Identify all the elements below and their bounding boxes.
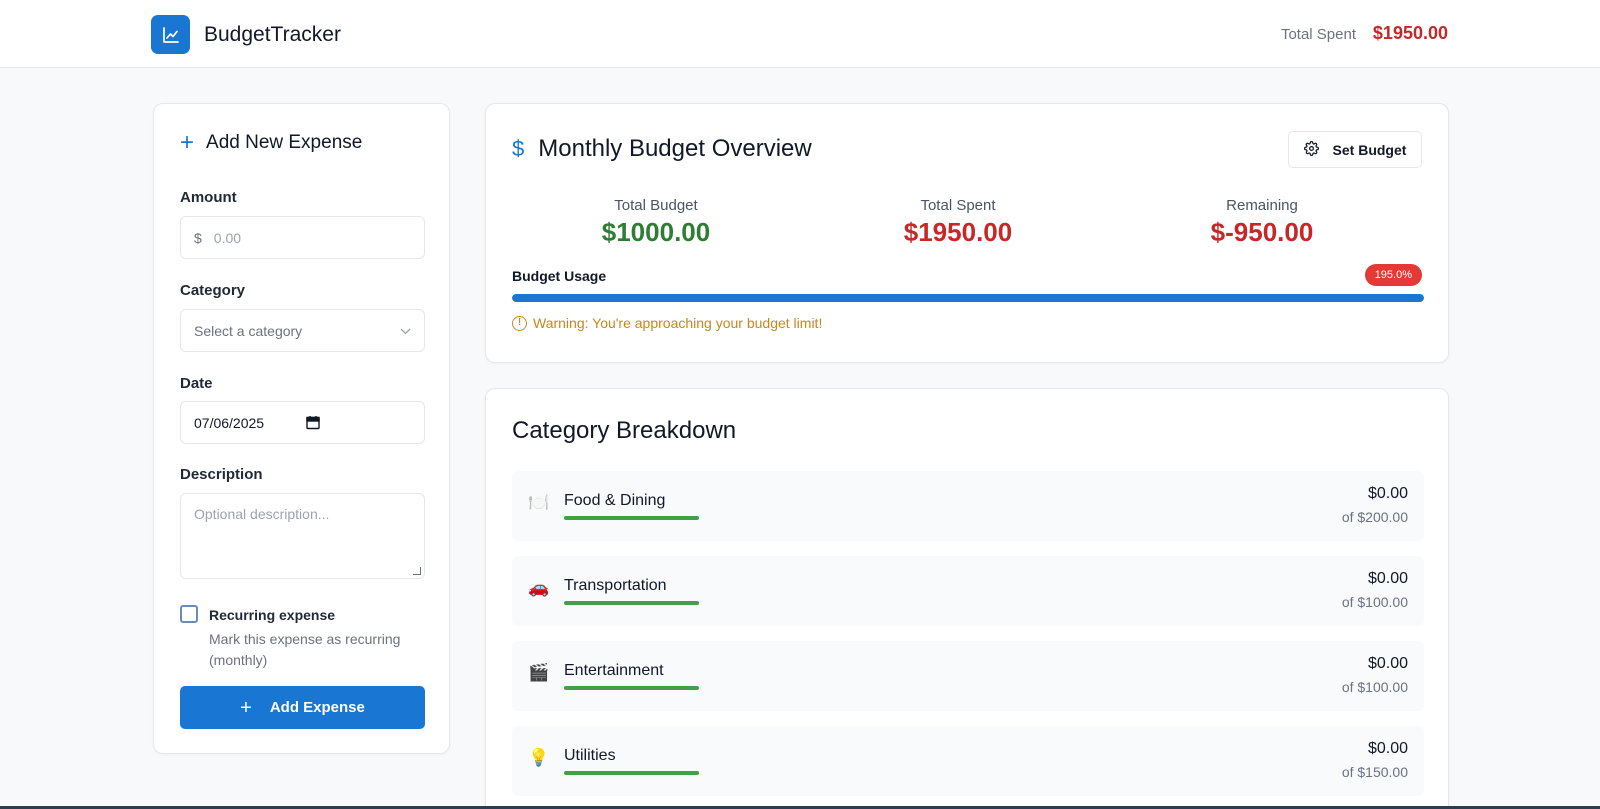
description-field[interactable] (180, 493, 425, 579)
category-amount: $0.00 (1367, 740, 1408, 757)
budget-usage-label: Budget Usage (512, 268, 607, 284)
stat-remaining: Remaining $-950.00 (1112, 197, 1412, 248)
plate-icon: 🍽️ (528, 493, 550, 512)
category-progress-fill (564, 686, 699, 690)
form-title: + Add New Expense (180, 131, 362, 155)
category-select-text: Select a category (194, 322, 303, 339)
resize-handle-icon[interactable] (413, 567, 421, 575)
add-expense-card: + Add New Expense Amount $ Category Sele… (153, 103, 450, 754)
category-name: Entertainment (564, 662, 664, 679)
recurring-label: Recurring expense (209, 607, 336, 623)
category-progress-bar (564, 516, 699, 520)
category-select[interactable]: Select a category (180, 309, 425, 352)
chevron-down-icon (400, 324, 411, 338)
category-progress-bar (564, 601, 699, 605)
header-total-spent-label: Total Spent (1280, 26, 1356, 43)
stat-label: Total Spent (920, 197, 996, 214)
category-limit: of $100.00 (1341, 594, 1408, 610)
warning-text: Warning: You're approaching your budget … (533, 315, 823, 331)
date-label: Date (180, 375, 213, 392)
usage-percent-badge: 195.0% (1364, 264, 1422, 286)
description-textarea[interactable] (194, 506, 411, 566)
stat-value: $1000.00 (601, 217, 711, 247)
budget-overview-card: $ Monthly Budget Overview Set Budget Tot… (485, 103, 1449, 363)
overview-title: $ Monthly Budget Overview (512, 135, 812, 163)
category-row-entertainment: 🎬 Entertainment $0.00 of $100.00 (512, 641, 1424, 711)
breakdown-title: Category Breakdown (512, 417, 737, 444)
overview-title-text: Monthly Budget Overview (538, 135, 812, 162)
add-expense-button[interactable]: + Add Expense (180, 686, 425, 729)
add-expense-label: Add Expense (269, 699, 365, 716)
category-row-food: 🍽️ Food & Dining $0.00 of $200.00 (512, 471, 1424, 541)
date-field[interactable]: 07/06/2025 (180, 401, 425, 444)
category-progress-bar (564, 686, 699, 690)
lightbulb-icon: 💡 (528, 748, 550, 767)
category-limit: of $100.00 (1341, 679, 1408, 695)
category-limit: of $150.00 (1341, 764, 1408, 780)
stat-label: Total Budget (614, 197, 698, 214)
category-amount: $0.00 (1367, 485, 1408, 502)
stat-total-budget: Total Budget $1000.00 (506, 197, 806, 248)
category-amount: $0.00 (1367, 570, 1408, 587)
dollar-prefix: $ (194, 229, 202, 246)
top-bar: BudgetTracker Total Spent $1950.00 (0, 0, 1600, 68)
category-amount: $0.00 (1367, 655, 1408, 672)
category-list: 🍽️ Food & Dining $0.00 of $200.00 🚗 Tran… (512, 471, 1424, 809)
calendar-icon[interactable] (306, 415, 320, 433)
category-progress-fill (564, 516, 699, 520)
category-row-transportation: 🚗 Transportation $0.00 of $100.00 (512, 556, 1424, 626)
category-progress-fill (564, 601, 699, 605)
clapper-icon: 🎬 (528, 663, 550, 682)
date-value: 07/06/2025 (194, 414, 265, 431)
dollar-icon: $ (512, 136, 525, 161)
stat-label: Remaining (1226, 197, 1298, 214)
budget-progress-fill (512, 294, 1424, 302)
gear-icon (1303, 140, 1319, 159)
stat-total-spent: Total Spent $1950.00 (808, 197, 1108, 248)
category-row-utilities: 💡 Utilities $0.00 of $150.00 (512, 726, 1424, 796)
app-title: BudgetTracker (204, 23, 341, 46)
form-title-text: Add New Expense (206, 132, 363, 153)
header-total-spent-value: $1950.00 (1372, 23, 1448, 43)
amount-label: Amount (180, 189, 237, 206)
category-progress-fill (564, 771, 699, 775)
category-breakdown-card: Category Breakdown 🍽️ Food & Dining $0.0… (485, 388, 1449, 809)
stat-value: $-950.00 (1210, 217, 1314, 247)
set-budget-label: Set Budget (1332, 141, 1407, 158)
set-budget-button[interactable]: Set Budget (1288, 131, 1422, 168)
budget-progress-bar (512, 294, 1424, 302)
category-progress-bar (564, 771, 699, 775)
budget-warning: ! Warning: You're approaching your budge… (512, 315, 822, 331)
amount-input[interactable] (213, 229, 411, 246)
alert-circle-icon: ! (512, 315, 527, 331)
category-name: Transportation (564, 577, 667, 594)
amount-field[interactable]: $ (180, 216, 425, 259)
recurring-help-text: Mark this expense as recurring (monthly) (209, 631, 401, 668)
category-name: Food & Dining (564, 492, 666, 509)
car-icon: 🚗 (528, 578, 550, 597)
category-label: Category (180, 282, 246, 299)
plus-icon: + (240, 696, 252, 719)
category-name: Utilities (564, 747, 616, 764)
category-limit: of $200.00 (1341, 509, 1408, 525)
stat-value: $1950.00 (903, 217, 1013, 247)
plus-icon: + (180, 129, 195, 156)
chart-line-icon (151, 15, 190, 54)
recurring-checkbox[interactable] (180, 605, 198, 623)
description-label: Description (180, 466, 263, 483)
